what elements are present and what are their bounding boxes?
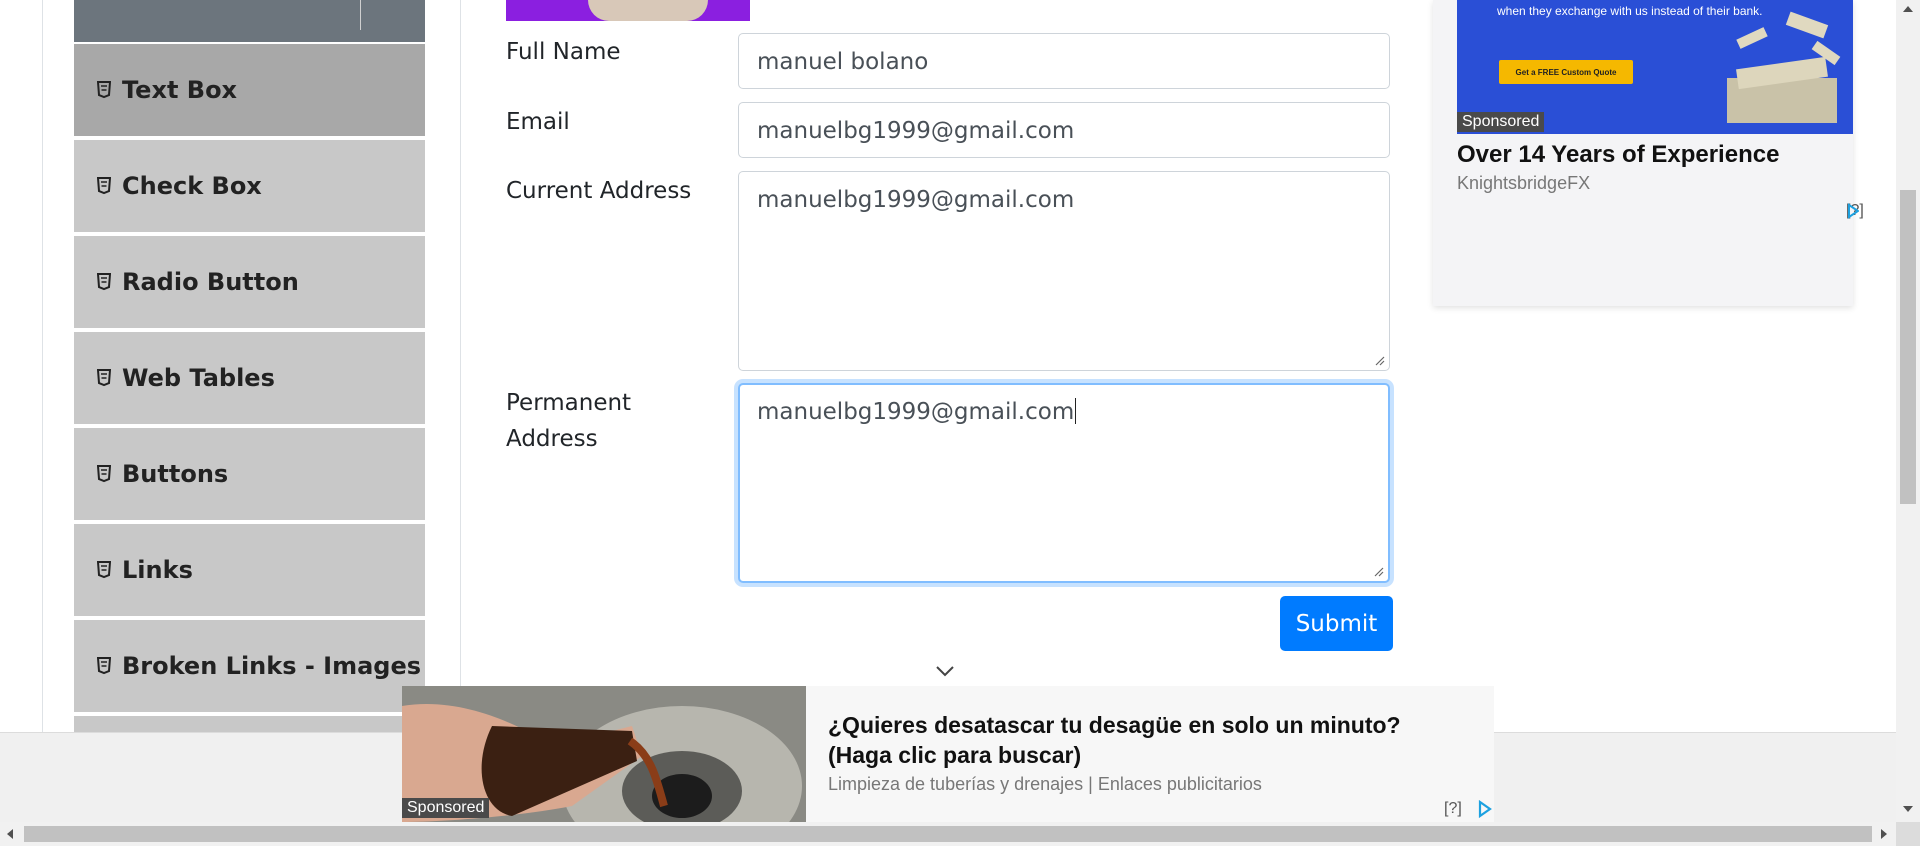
vertical-scroll-thumb[interactable] (1900, 190, 1916, 504)
vertical-scrollbar[interactable] (1896, 0, 1920, 822)
sidebar-item-links[interactable]: Links (74, 524, 425, 618)
permanent-address-value: manuelbg1999@gmail.com (757, 399, 1075, 425)
avatar (588, 0, 708, 21)
sidebar-item-label: Broken Links - Images (122, 652, 422, 680)
sidebar-item-radio-button[interactable]: Radio Button (74, 236, 425, 330)
full-name-label: Full Name (506, 39, 621, 65)
email-label: Email (506, 109, 570, 135)
main-divider (460, 0, 461, 732)
permanent-address-textarea[interactable]: manuelbg1999@gmail.com (738, 383, 1390, 583)
chevron-down-icon[interactable] (935, 664, 955, 678)
email-input[interactable]: manuelbg1999@gmail.com (738, 102, 1390, 158)
ad-banner-button[interactable]: Get a FREE Custom Quote (1499, 60, 1633, 84)
scrollbar-corner (1896, 822, 1920, 846)
sidebar-item-web-tables[interactable]: Web Tables (74, 332, 425, 426)
ad-banner-image[interactable]: when they exchange with us instead of th… (1457, 0, 1853, 134)
submit-button[interactable]: Submit (1280, 596, 1393, 651)
ad-headline[interactable]: ¿Quieres desatascar tu desagüe en solo u… (828, 710, 1468, 770)
adchoices-icon[interactable] (1478, 800, 1492, 818)
sidebar-item-label: Text Box (122, 76, 238, 104)
html5-icon (96, 656, 112, 676)
sponsored-label: Sponsored (402, 798, 490, 818)
horizontal-scrollbar[interactable] (0, 822, 1896, 846)
sidebar-item-label: Links (122, 556, 193, 584)
text-caret (1075, 398, 1077, 424)
sidebar-group-header[interactable] (74, 0, 425, 42)
permanent-label-line2: Address (506, 426, 598, 452)
html5-icon (96, 272, 112, 292)
scroll-down-arrow-icon[interactable] (1903, 806, 1913, 812)
html5-icon (96, 368, 112, 388)
ad-right[interactable]: when they exchange with us instead of th… (1433, 0, 1864, 306)
money-illustration-icon (1727, 11, 1841, 123)
left-divider (42, 0, 43, 732)
email-value: manuelbg1999@gmail.com (757, 118, 1075, 144)
ad-bottom-image[interactable]: Sponsored (402, 686, 806, 822)
full-name-value: manuel bolano (757, 49, 929, 75)
permanent-label-line1: Permanent (506, 390, 632, 416)
current-address-label: Current Address (506, 178, 692, 204)
sidebar-item-label: Web Tables (122, 364, 275, 392)
sidebar-item-label: Check Box (122, 172, 262, 200)
sidebar-item-text-box[interactable]: Text Box (74, 44, 425, 138)
header-image (506, 0, 750, 21)
ad-bottom[interactable]: Sponsored ¿Quieres desatascar tu desagüe… (402, 686, 1494, 822)
sidebar-item-label: Buttons (122, 460, 229, 488)
scroll-right-arrow-icon[interactable] (1881, 829, 1887, 839)
html5-icon (96, 560, 112, 580)
resize-handle-icon[interactable] (1373, 354, 1385, 366)
ad-subtitle[interactable]: Limpieza de tuberías y drenajes | Enlace… (828, 774, 1262, 795)
resize-handle-icon[interactable] (1372, 565, 1384, 577)
sidebar-item-broken-links-images[interactable]: Broken Links - Images (74, 620, 425, 714)
sidebar-item-buttons[interactable]: Buttons (74, 428, 425, 522)
current-address-value: manuelbg1999@gmail.com (757, 187, 1075, 213)
sponsored-label: Sponsored (1457, 112, 1545, 132)
ad-source[interactable]: KnightsbridgeFX (1457, 173, 1590, 194)
full-name-input[interactable]: manuel bolano (738, 33, 1390, 89)
html5-icon (96, 176, 112, 196)
html5-icon (96, 80, 112, 100)
html5-icon (96, 464, 112, 484)
sidebar-item-label: Radio Button (122, 268, 299, 296)
sidebar-item-check-box[interactable]: Check Box (74, 140, 425, 234)
current-address-textarea[interactable]: manuelbg1999@gmail.com (738, 171, 1390, 371)
scroll-left-arrow-icon[interactable] (7, 829, 13, 839)
ad-info-link[interactable]: [?] (1444, 800, 1462, 818)
permanent-address-label: Permanent Address (506, 385, 631, 457)
sidebar: Text Box Check Box Radio Button Web Tabl… (74, 0, 425, 736)
ad-title[interactable]: Over 14 Years of Experience (1457, 141, 1779, 169)
adchoices-icon[interactable] (1847, 203, 1859, 219)
header-divider (360, 0, 361, 30)
horizontal-scroll-thumb[interactable] (24, 826, 1872, 842)
scroll-up-arrow-icon[interactable] (1903, 6, 1913, 12)
